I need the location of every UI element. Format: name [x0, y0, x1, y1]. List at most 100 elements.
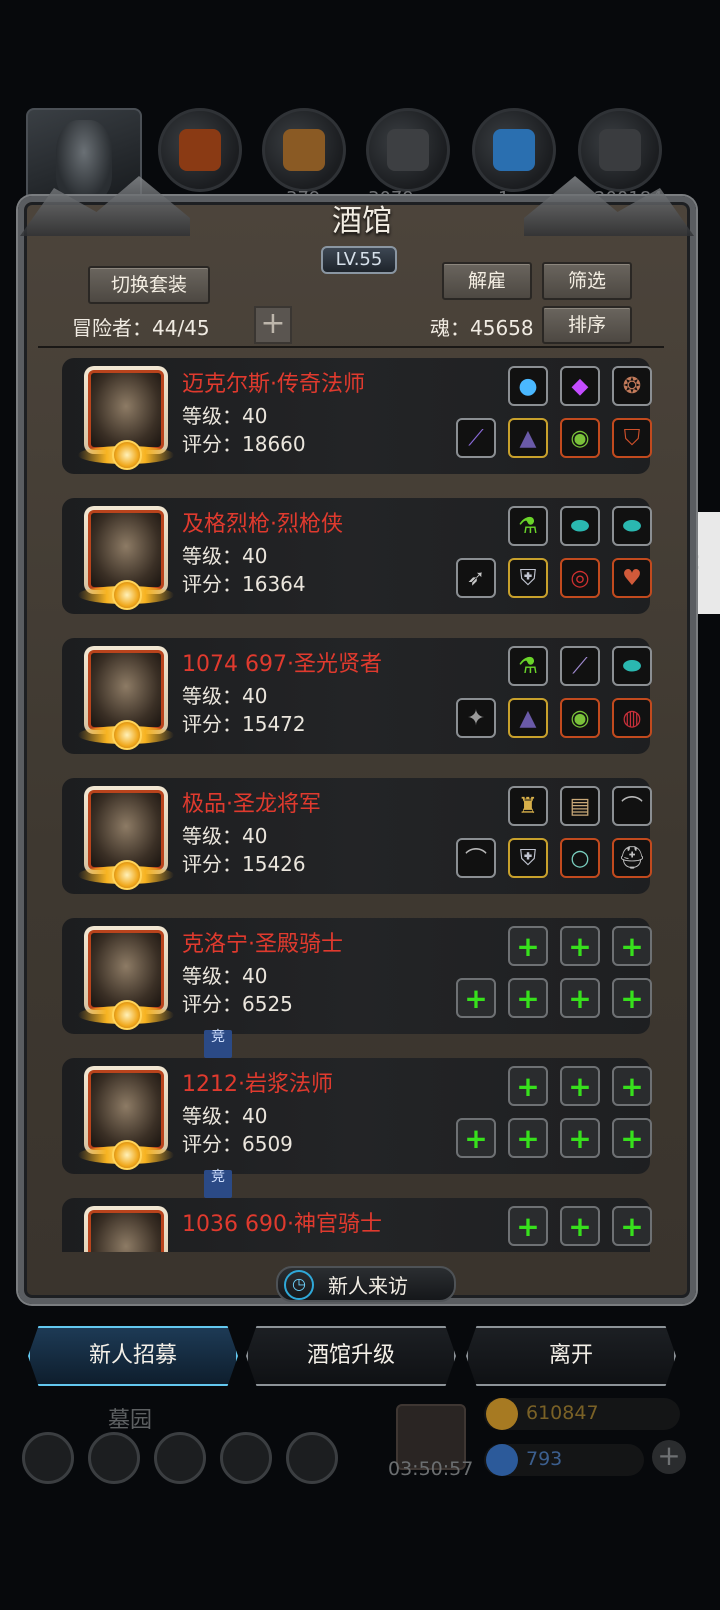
shield-icon[interactable]: ⛉ [612, 418, 652, 458]
add-equipment-slot[interactable]: + [508, 926, 548, 966]
hero-card[interactable]: 及格烈枪·烈枪侠 等级：40 评分：16364 ⚗ ⬬ ⬬ ➶ ⛨ ◎ ♥ [62, 498, 652, 614]
robe-icon[interactable]: ▲ [508, 698, 548, 738]
stone-teal-icon[interactable]: ⬬ [612, 646, 652, 686]
header-divider [38, 346, 664, 348]
stone-teal-icon[interactable]: ⬬ [612, 506, 652, 546]
new-visitor-label: 新人来访 [328, 1274, 408, 1298]
leave-button[interactable]: 离开 [466, 1326, 676, 1386]
hero-name: 迈克尔斯·传奇法师 [182, 372, 365, 397]
gold-icon [486, 1398, 518, 1430]
bow-icon[interactable]: ⌒ [456, 838, 496, 878]
orb-blue-icon[interactable]: ● [508, 366, 548, 406]
add-equipment-slot[interactable]: + [560, 978, 600, 1018]
diamond-value: 793 [526, 1448, 563, 1470]
filter-button[interactable]: 筛选 [542, 262, 632, 300]
sun-emblem-core [112, 720, 142, 750]
add-equipment-slot[interactable]: + [508, 1066, 548, 1106]
hero-avatar[interactable] [84, 1206, 168, 1252]
scroll-icon[interactable]: ▤ [560, 786, 600, 826]
hero-list[interactable]: 迈克尔斯·传奇法师 等级：40 评分：18660 ● ◆ ❂ ⟋ ▲ ◉ ⛉ 及格烈枪·烈枪侠 等级：… [58, 354, 656, 1252]
orb-red-icon[interactable]: ◍ [612, 698, 652, 738]
add-equipment-slot[interactable]: + [560, 1118, 600, 1158]
add-equipment-slot[interactable]: + [612, 926, 652, 966]
hero-score: 评分：15472 [182, 712, 306, 736]
wand-icon[interactable]: ⟋ [560, 646, 600, 686]
hero-name: 1212·岩浆法师 [182, 1072, 333, 1097]
resource-slot-2[interactable] [262, 108, 346, 192]
ring-icon[interactable]: ○ [560, 838, 600, 878]
add-equipment-slot[interactable]: + [508, 978, 548, 1018]
hero-level: 等级：40 [182, 684, 268, 708]
hero-score: 评分：18660 [182, 432, 306, 456]
hero-card[interactable]: 极品·圣龙将军 等级：40 评分：15426 ♜ ▤ ⌒ ⌒ ⛨ ○ ⛑ [62, 778, 652, 894]
staff-icon[interactable]: ⟋ [456, 418, 496, 458]
hero-portrait [88, 650, 164, 730]
add-equipment-slot[interactable]: + [560, 1206, 600, 1246]
necklace-icon[interactable]: ❂ [612, 366, 652, 406]
resource-slot-1[interactable] [158, 108, 242, 192]
add-equipment-slot[interactable]: + [612, 1206, 652, 1246]
armor-gold-icon[interactable]: ♜ [508, 786, 548, 826]
resource-slot-3[interactable] [366, 108, 450, 192]
add-equipment-slot[interactable]: + [612, 978, 652, 1018]
arena-tag: 竞 [204, 1030, 232, 1058]
sun-emblem-core [112, 860, 142, 890]
tavern-level-badge: LV.55 [321, 246, 397, 274]
amulet-icon[interactable]: ◉ [560, 698, 600, 738]
hero-name: 1074 697·圣光贤者 [182, 652, 382, 677]
new-visitor-indicator[interactable]: ◷ 新人来访 [276, 1266, 456, 1302]
hero-card[interactable]: 迈克尔斯·传奇法师 等级：40 评分：18660 ● ◆ ❂ ⟋ ▲ ◉ ⛉ [62, 358, 652, 474]
resource-slot-5[interactable] [578, 108, 662, 192]
hero-portrait [88, 790, 164, 870]
ring-red-icon[interactable]: ◎ [560, 558, 600, 598]
hero-card[interactable]: 1212·岩浆法师 等级：40 评分：6509 + + + + + + + [62, 1058, 652, 1174]
add-equipment-slot[interactable]: + [560, 1066, 600, 1106]
recruit-button[interactable]: 新人招募 [28, 1326, 238, 1386]
pendant-icon[interactable]: ♥ [612, 558, 652, 598]
add-equipment-slot[interactable]: + [508, 1118, 548, 1158]
top-resource-bar: 379 3079 1 200184 [0, 100, 720, 212]
expand-slots-button[interactable]: + [254, 306, 292, 344]
add-equipment-slot[interactable]: + [560, 926, 600, 966]
mail-icon[interactable] [220, 1432, 272, 1484]
add-equipment-slot[interactable]: + [612, 1118, 652, 1158]
diamond-display: 793 [484, 1444, 644, 1476]
dismiss-button[interactable]: 解雇 [442, 262, 532, 300]
mace-icon[interactable]: ✦ [456, 698, 496, 738]
gold-value: 610847 [526, 1402, 599, 1424]
gear-icon[interactable] [22, 1432, 74, 1484]
resource-slot-4[interactable] [472, 108, 556, 192]
bow-icon[interactable]: ⌒ [612, 786, 652, 826]
amulet-icon[interactable]: ◉ [560, 418, 600, 458]
stone-teal-icon[interactable]: ⬬ [560, 506, 600, 546]
stone-icon [599, 129, 641, 171]
area-label: 墓园 [108, 1408, 153, 1433]
add-currency-button[interactable]: + [652, 1440, 686, 1474]
castle-icon[interactable] [154, 1432, 206, 1484]
sun-emblem-core [112, 1000, 142, 1030]
robe-icon[interactable]: ▲ [508, 418, 548, 458]
add-equipment-slot[interactable]: + [612, 1066, 652, 1106]
hero-level: 等级：40 [182, 1104, 268, 1128]
helmet-icon[interactable]: ⛑ [612, 838, 652, 878]
hero-card[interactable]: 1074 697·圣光贤者 等级：40 评分：15472 ⚗ ⟋ ⬬ ✦ ▲ ◉ ◍ [62, 638, 652, 754]
arena-tag: 竞 [204, 1170, 232, 1198]
star-icon[interactable] [88, 1432, 140, 1484]
hero-portrait [88, 370, 164, 450]
add-equipment-slot[interactable]: + [456, 978, 496, 1018]
spear-icon[interactable]: ➶ [456, 558, 496, 598]
armor-icon[interactable]: ⛨ [508, 558, 548, 598]
switch-outfit-button[interactable]: 切换套装 [88, 266, 210, 304]
upgrade-tavern-button[interactable]: 酒馆升级 [246, 1326, 456, 1386]
add-equipment-slot[interactable]: + [508, 1206, 548, 1246]
sort-button[interactable]: 排序 [542, 306, 632, 344]
bag-icon[interactable] [286, 1432, 338, 1484]
armor-icon[interactable]: ⛨ [508, 838, 548, 878]
potion-green-icon[interactable]: ⚗ [508, 646, 548, 686]
gem-purple-icon[interactable]: ◆ [560, 366, 600, 406]
adventurer-count: 冒险者：44/45 [72, 316, 210, 340]
hero-card[interactable]: 1036 690·神官骑士 + + + [62, 1198, 652, 1252]
hero-card[interactable]: 克洛宁·圣殿骑士 等级：40 评分：6525 + + + + + + + [62, 918, 652, 1034]
add-equipment-slot[interactable]: + [456, 1118, 496, 1158]
potion-green-icon[interactable]: ⚗ [508, 506, 548, 546]
